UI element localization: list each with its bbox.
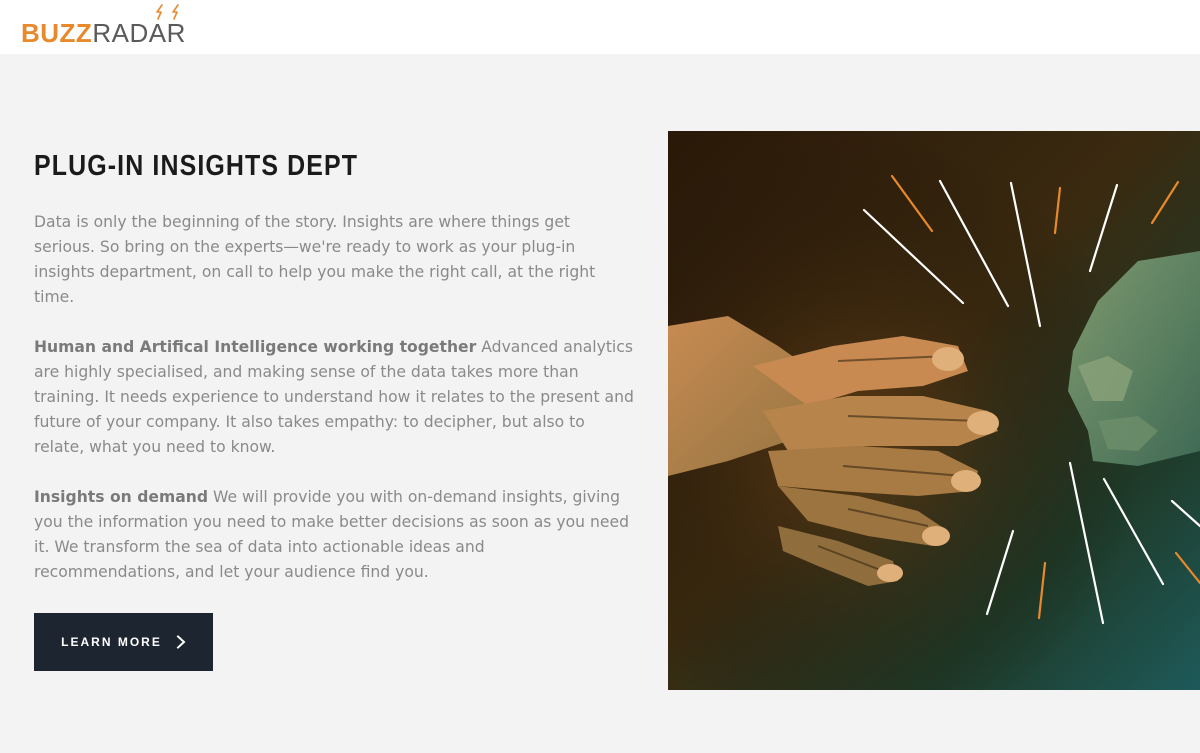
robot-human-fist-bump-image xyxy=(668,131,1200,690)
on-demand-paragraph-heading: Insights on demand xyxy=(34,488,208,506)
on-demand-paragraph: Insights on demand We will provide you w… xyxy=(34,485,634,585)
logo-buzz: BUZZ xyxy=(21,18,93,48)
section-title: PLUG-IN INSIGHTS DEPT xyxy=(34,150,359,182)
ai-paragraph-heading: Human and Artifical Intelligence working… xyxy=(34,338,477,356)
insights-section: PLUG-IN INSIGHTS DEPT Data is only the b… xyxy=(0,54,1200,753)
ai-paragraph: Human and Artifical Intelligence working… xyxy=(34,335,634,460)
site-header: BUZZRADAR xyxy=(0,0,1200,54)
logo-radar: RADAR xyxy=(92,18,186,48)
chevron-right-icon xyxy=(176,635,186,649)
learn-more-label: LEARN MORE xyxy=(61,635,162,649)
logo-wordmark: BUZZRADAR xyxy=(21,20,186,46)
hero-image xyxy=(668,131,1200,690)
buzzradar-logo[interactable]: BUZZRADAR xyxy=(21,4,221,50)
intro-paragraph: Data is only the beginning of the story.… xyxy=(34,213,596,306)
learn-more-button[interactable]: LEARN MORE xyxy=(34,613,213,671)
